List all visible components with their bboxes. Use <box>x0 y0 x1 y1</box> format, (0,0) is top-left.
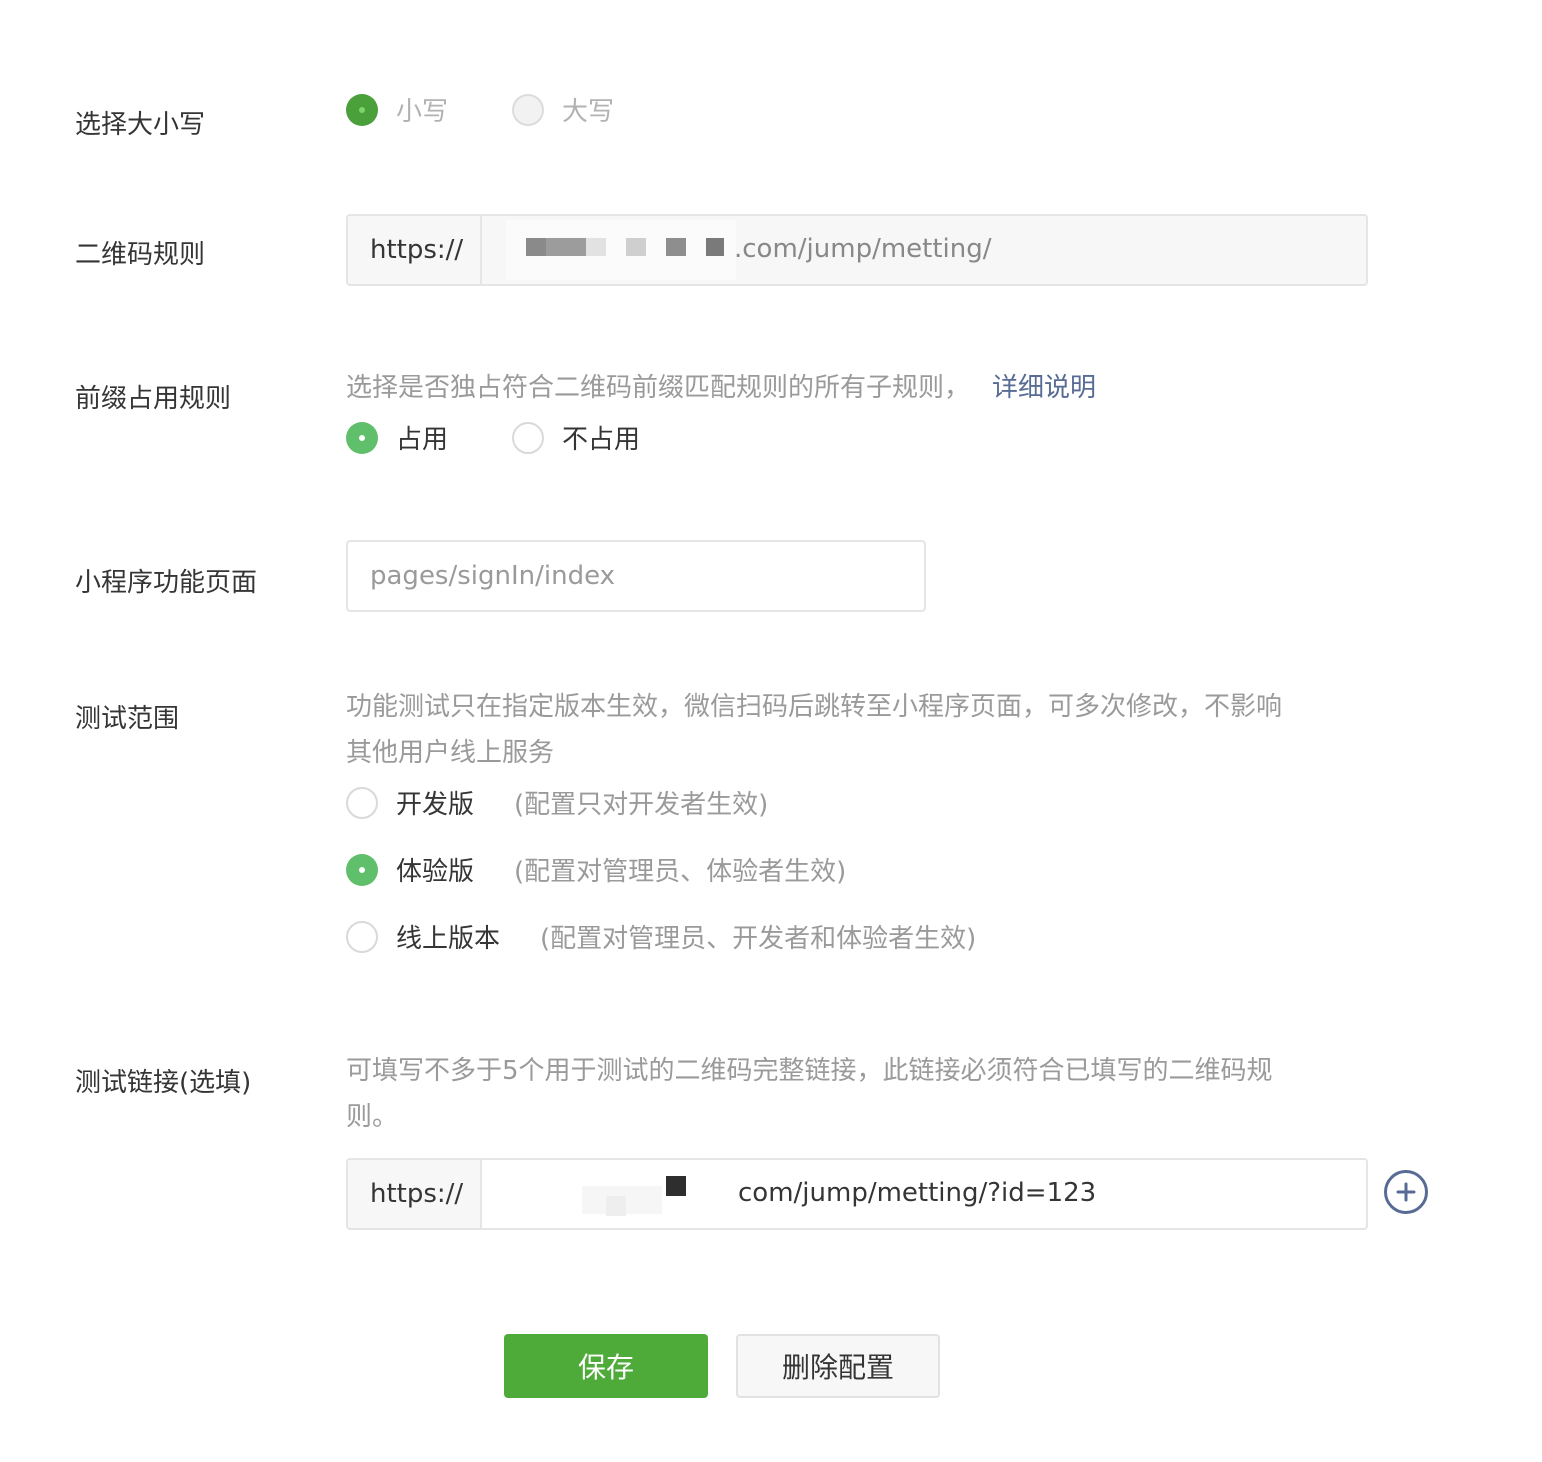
radio-trial-version-note: (配置对管理员、体验者生效) <box>514 857 847 887</box>
radio-not-occupy[interactable]: 不占用 <box>512 419 640 456</box>
qr-rule-label: 二维码规则 <box>75 240 206 270</box>
radio-unchecked-icon <box>346 786 378 819</box>
radio-dev-version-note: (配置只对开发者生效) <box>514 790 769 820</box>
redacted-block <box>586 238 606 256</box>
radio-lowercase-label: 小写 <box>396 97 449 127</box>
test-link-description-line2: 则。 <box>346 1102 399 1132</box>
radio-online-version-note: (配置对管理员、开发者和体验者生效) <box>540 924 977 954</box>
test-link-description-line1: 可填写不多于5个用于测试的二维码完整链接，此链接必须符合已填写的二维码规 <box>346 1056 1273 1086</box>
radio-checked-icon <box>346 421 378 454</box>
qr-rule-value-text: .com/jump/metting/ <box>734 234 992 264</box>
test-link-value[interactable]: com/jump/metting/?id=123 <box>482 1160 1366 1228</box>
add-link-button[interactable] <box>1384 1170 1428 1214</box>
prefix-rule-label: 前缀占用规则 <box>75 384 232 414</box>
radio-trial-version-label: 体验版 <box>396 857 475 887</box>
redacted-block <box>666 1176 686 1196</box>
save-button[interactable]: 保存 <box>504 1334 708 1398</box>
redacted-block <box>626 238 646 256</box>
radio-online-version[interactable]: 线上版本 (配置对管理员、开发者和体验者生效) <box>346 918 976 955</box>
radio-checked-icon <box>346 853 378 886</box>
radio-trial-version[interactable]: 体验版 (配置对管理员、体验者生效) <box>346 851 846 888</box>
redacted-block <box>666 238 686 256</box>
delete-config-button[interactable]: 删除配置 <box>736 1334 940 1398</box>
radio-not-occupy-label: 不占用 <box>562 425 641 455</box>
radio-lowercase[interactable]: 小写 <box>346 91 448 128</box>
test-link-label: 测试链接(选填) <box>75 1068 252 1098</box>
radio-occupy-label: 占用 <box>396 425 449 455</box>
test-link-value-text: com/jump/metting/?id=123 <box>738 1178 1097 1208</box>
redacted-block <box>706 238 724 256</box>
radio-online-version-label: 线上版本 <box>396 924 501 954</box>
test-scope-label: 测试范围 <box>75 704 180 734</box>
redacted-block <box>546 238 586 256</box>
case-label: 选择大小写 <box>75 110 206 140</box>
qr-rule-value[interactable]: .com/jump/metting/ <box>482 216 1366 284</box>
test-link-description: 可填写不多于5个用于测试的二维码完整链接，此链接必须符合已填写的二维码规 则。 <box>346 1048 1386 1140</box>
redacted-block <box>606 1196 626 1216</box>
qr-rule-field[interactable]: https:// .com/jump/metting/ <box>346 214 1368 286</box>
test-scope-description: 功能测试只在指定版本生效，微信扫码后跳转至小程序页面，可多次修改，不影响 其他用… <box>346 684 1386 776</box>
page-label: 小程序功能页面 <box>75 568 258 598</box>
radio-dev-version[interactable]: 开发版 (配置只对开发者生效) <box>346 784 768 821</box>
radio-unchecked-icon <box>512 93 544 126</box>
radio-uppercase[interactable]: 大写 <box>512 91 614 128</box>
radio-uppercase-label: 大写 <box>562 97 615 127</box>
test-link-field[interactable]: https:// com/jump/metting/?id=123 <box>346 1158 1368 1230</box>
radio-unchecked-icon <box>346 920 378 953</box>
radio-occupy[interactable]: 占用 <box>346 419 448 456</box>
redacted-block <box>526 238 546 256</box>
prefix-rule-description: 选择是否独占符合二维码前缀匹配规则的所有子规则， 详细说明 <box>346 365 1096 411</box>
radio-dev-version-label: 开发版 <box>396 790 475 820</box>
test-scope-description-line2: 其他用户线上服务 <box>346 738 555 768</box>
prefix-rule-description-text: 选择是否独占符合二维码前缀匹配规则的所有子规则， <box>346 373 971 403</box>
radio-checked-icon <box>346 93 378 126</box>
qr-rule-prefix: https:// <box>348 216 482 284</box>
detail-link[interactable]: 详细说明 <box>992 373 1096 403</box>
test-scope-description-line1: 功能测试只在指定版本生效，微信扫码后跳转至小程序页面，可多次修改，不影响 <box>346 692 1283 722</box>
radio-unchecked-icon <box>512 421 544 454</box>
test-link-prefix: https:// <box>348 1160 482 1228</box>
page-input[interactable]: pages/signIn/index <box>346 540 926 612</box>
plus-icon <box>1396 1182 1416 1202</box>
